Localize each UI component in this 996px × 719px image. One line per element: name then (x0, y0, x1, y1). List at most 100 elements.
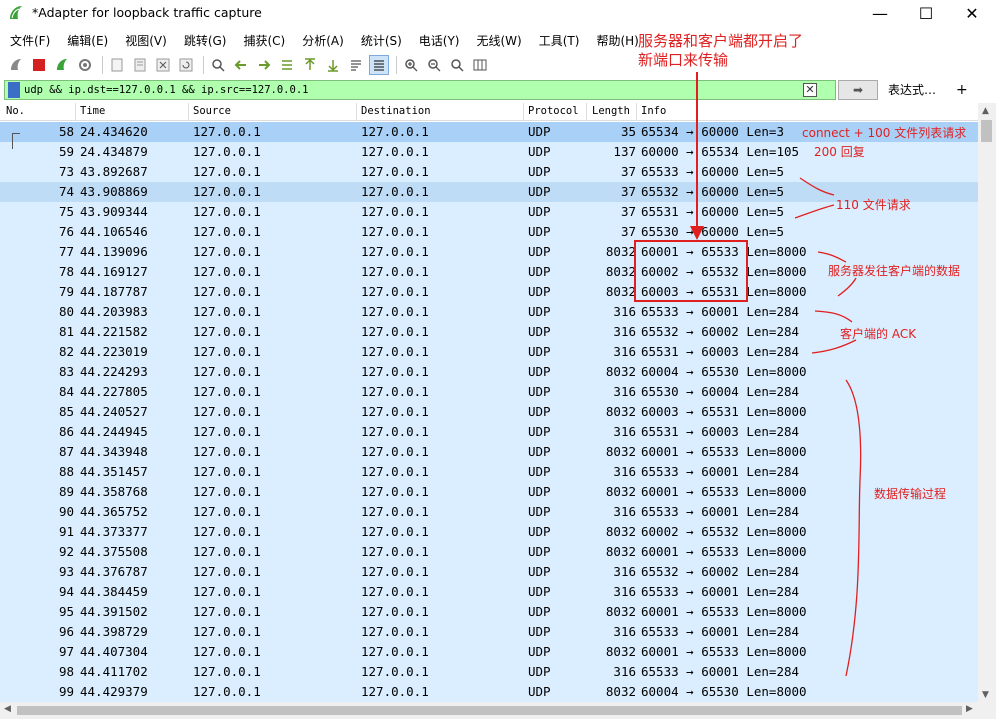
scroll-down-icon[interactable]: ▼ (982, 690, 989, 700)
packet-row[interactable]: 87 44.343948 127.0.0.1 127.0.0.1 UDP 8032 6000… (0, 442, 978, 462)
packet-row[interactable]: 73 43.892687 127.0.0.1 127.0.0.1 UDP 37 65533 … (0, 162, 978, 182)
packet-length-cell: 316 (613, 464, 636, 479)
column-header-no[interactable]: No. (6, 105, 25, 117)
scroll-up-icon[interactable]: ▲ (982, 106, 989, 116)
expression-button[interactable]: 表达式… (888, 81, 936, 98)
packet-source-cell: 127.0.0.1 (193, 524, 261, 539)
packet-row[interactable]: 96 44.398729 127.0.0.1 127.0.0.1 UDP 316 65533… (0, 622, 978, 642)
close-file-icon[interactable] (153, 55, 173, 75)
column-header-protocol[interactable]: Protocol (528, 105, 579, 117)
column-divider[interactable] (523, 103, 524, 120)
column-header-info[interactable]: Info (641, 105, 666, 117)
column-divider[interactable] (356, 103, 357, 120)
zoom-in-icon[interactable] (401, 55, 421, 75)
packet-row[interactable]: 82 44.223019 127.0.0.1 127.0.0.1 UDP 316 65531… (0, 342, 978, 362)
menu-go[interactable]: 跳转(G) (184, 32, 227, 49)
packet-row[interactable]: 76 44.106546 127.0.0.1 127.0.0.1 UDP 37 65530 … (0, 222, 978, 242)
menu-statistics[interactable]: 统计(S) (361, 32, 402, 49)
colorize-icon[interactable] (369, 54, 389, 75)
packet-row[interactable]: 93 44.376787 127.0.0.1 127.0.0.1 UDP 316 65532… (0, 562, 978, 582)
save-file-icon[interactable] (130, 55, 150, 75)
auto-scroll-icon[interactable] (346, 55, 366, 75)
packet-row[interactable]: 94 44.384459 127.0.0.1 127.0.0.1 UDP 316 65533… (0, 582, 978, 602)
packet-row[interactable]: 84 44.227805 127.0.0.1 127.0.0.1 UDP 316 65530… (0, 382, 978, 402)
column-divider[interactable] (636, 103, 637, 120)
go-first-icon[interactable] (300, 55, 320, 75)
minimize-button[interactable]: — (857, 0, 903, 27)
packet-row[interactable]: 81 44.221582 127.0.0.1 127.0.0.1 UDP 316 65532… (0, 322, 978, 342)
vertical-scroll-thumb[interactable] (981, 120, 992, 142)
find-packet-icon[interactable] (208, 55, 228, 75)
add-filter-button[interactable]: + (956, 82, 968, 98)
packet-info-cell: 65531 → 60003 Len=284 (641, 424, 800, 439)
packet-row[interactable]: 90 44.365752 127.0.0.1 127.0.0.1 UDP 316 65533… (0, 502, 978, 522)
column-divider[interactable] (586, 103, 587, 120)
packet-source-cell: 127.0.0.1 (193, 364, 261, 379)
packet-row[interactable]: 74 43.908869 127.0.0.1 127.0.0.1 UDP 37 65532 … (0, 182, 978, 202)
packet-row[interactable]: 89 44.358768 127.0.0.1 127.0.0.1 UDP 8032 6000… (0, 482, 978, 502)
menu-help[interactable]: 帮助(H) (596, 32, 638, 49)
menu-wireless[interactable]: 无线(W) (477, 32, 522, 49)
packet-row[interactable]: 79 44.187787 127.0.0.1 127.0.0.1 UDP 8032 6000… (0, 282, 978, 302)
stop-capture-icon[interactable] (29, 55, 49, 75)
go-last-icon[interactable] (323, 55, 343, 75)
column-header-source[interactable]: Source (193, 105, 231, 117)
column-divider[interactable] (188, 103, 189, 120)
close-button[interactable]: ✕ (949, 0, 995, 27)
packet-length-cell: 8032 (605, 684, 636, 699)
menu-view[interactable]: 视图(V) (125, 32, 167, 49)
horizontal-scrollbar[interactable]: ◀ ▶ (0, 702, 996, 719)
scroll-left-icon[interactable]: ◀ (4, 704, 11, 714)
packet-source-cell: 127.0.0.1 (193, 544, 261, 559)
clear-filter-icon[interactable]: ✕ (803, 82, 817, 97)
maximize-button[interactable]: ☐ (903, 0, 949, 27)
display-filter-input[interactable]: udp && ip.dst==127.0.0.1 && ip.src==127.… (4, 79, 836, 100)
apply-filter-button[interactable]: ➡ (838, 79, 878, 100)
packet-list[interactable]: No. Time Source Destination Protocol Len… (0, 103, 978, 702)
scroll-right-icon[interactable]: ▶ (966, 704, 973, 714)
packet-row[interactable]: 85 44.240527 127.0.0.1 127.0.0.1 UDP 8032 6000… (0, 402, 978, 422)
column-header-destination[interactable]: Destination (361, 105, 431, 117)
packet-row[interactable]: 75 43.909344 127.0.0.1 127.0.0.1 UDP 37 65531 … (0, 202, 978, 222)
display-filter-bar: udp && ip.dst==127.0.0.1 && ip.src==127.… (4, 79, 992, 100)
menu-file[interactable]: 文件(F) (10, 32, 50, 49)
packet-time-cell: 44.244945 (80, 424, 148, 439)
start-capture-icon[interactable] (6, 55, 26, 75)
vertical-scrollbar[interactable]: ▲ ▼ (978, 103, 996, 702)
restart-capture-icon[interactable] (52, 55, 72, 75)
packet-row[interactable]: 77 44.139096 127.0.0.1 127.0.0.1 UDP 8032 6000… (0, 242, 978, 262)
zoom-out-icon[interactable] (424, 55, 444, 75)
open-file-icon[interactable] (107, 55, 127, 75)
horizontal-scroll-thumb[interactable] (17, 706, 962, 715)
packet-destination-cell: 127.0.0.1 (361, 204, 429, 219)
packet-row[interactable]: 80 44.203983 127.0.0.1 127.0.0.1 UDP 316 65533… (0, 302, 978, 322)
packet-row[interactable]: 99 44.429379 127.0.0.1 127.0.0.1 UDP 8032 6000… (0, 682, 978, 702)
menu-analyze[interactable]: 分析(A) (302, 32, 344, 49)
packet-row[interactable]: 86 44.244945 127.0.0.1 127.0.0.1 UDP 316 65531… (0, 422, 978, 442)
packet-info-cell: 60001 → 65533 Len=8000 (641, 444, 807, 459)
menu-edit[interactable]: 编辑(E) (67, 32, 108, 49)
filter-text[interactable]: udp && ip.dst==127.0.0.1 && ip.src==127.… (24, 84, 308, 96)
go-to-packet-icon[interactable] (277, 55, 297, 75)
packet-time-cell: 44.139096 (80, 244, 148, 259)
packet-row[interactable]: 92 44.375508 127.0.0.1 127.0.0.1 UDP 8032 6000… (0, 542, 978, 562)
go-forward-icon[interactable] (254, 55, 274, 75)
resize-columns-icon[interactable] (470, 55, 490, 75)
packet-row[interactable]: 91 44.373377 127.0.0.1 127.0.0.1 UDP 8032 6000… (0, 522, 978, 542)
packet-row[interactable]: 95 44.391502 127.0.0.1 127.0.0.1 UDP 8032 6000… (0, 602, 978, 622)
packet-row[interactable]: 88 44.351457 127.0.0.1 127.0.0.1 UDP 316 65533… (0, 462, 978, 482)
capture-options-icon[interactable] (75, 55, 95, 75)
menu-telephony[interactable]: 电话(Y) (419, 32, 460, 49)
packet-row[interactable]: 83 44.224293 127.0.0.1 127.0.0.1 UDP 8032 6000… (0, 362, 978, 382)
packet-row[interactable]: 98 44.411702 127.0.0.1 127.0.0.1 UDP 316 65533… (0, 662, 978, 682)
menu-capture[interactable]: 捕获(C) (243, 32, 285, 49)
menu-tools[interactable]: 工具(T) (539, 32, 580, 49)
reload-file-icon[interactable] (176, 55, 196, 75)
zoom-reset-icon[interactable] (447, 55, 467, 75)
bookmark-icon[interactable] (8, 81, 20, 98)
packet-row[interactable]: 97 44.407304 127.0.0.1 127.0.0.1 UDP 8032 6000… (0, 642, 978, 662)
column-header-time[interactable]: Time (80, 105, 105, 117)
column-header-length[interactable]: Length (592, 105, 630, 117)
go-back-icon[interactable] (231, 55, 251, 75)
column-divider[interactable] (75, 103, 76, 120)
